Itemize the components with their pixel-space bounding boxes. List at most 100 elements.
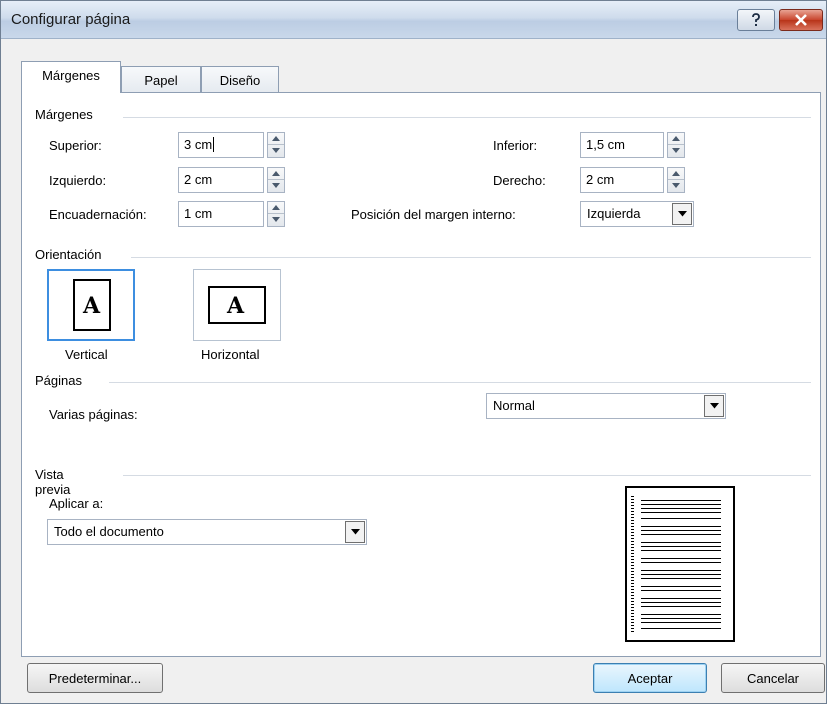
landscape-page-icon: A — [208, 286, 266, 324]
multiple-pages-value: Normal — [493, 398, 535, 413]
preview-text-line — [641, 500, 721, 501]
spin-down-button[interactable] — [668, 180, 684, 192]
derecho-spinner[interactable] — [667, 167, 685, 193]
preview-text-line — [641, 546, 721, 547]
close-button[interactable] — [779, 9, 823, 31]
multiple-pages-select[interactable]: Normal — [486, 393, 726, 419]
arrow-up-icon — [272, 136, 280, 141]
preview-text-line — [641, 598, 721, 599]
close-x-icon — [795, 14, 807, 26]
preview-text-line — [641, 534, 721, 535]
tab-papel-label: Papel — [144, 73, 178, 88]
preview-text-line — [641, 578, 721, 579]
encuadernacion-spinner[interactable] — [267, 201, 285, 227]
preview-text-line — [641, 574, 721, 575]
tab-margenes-label: Márgenes — [42, 68, 100, 83]
preview-text-line — [641, 542, 721, 543]
apply-to-dropdown-button[interactable] — [345, 521, 365, 543]
inferior-input[interactable]: 1,5 cm — [580, 132, 664, 158]
spin-down-button[interactable] — [668, 145, 684, 157]
spin-up-button[interactable] — [668, 133, 684, 145]
ok-button[interactable]: Aceptar — [593, 663, 707, 693]
superior-value: 3 cm — [184, 137, 213, 152]
spin-up-button[interactable] — [268, 133, 284, 145]
preview-text-line — [641, 512, 721, 513]
help-button[interactable] — [737, 9, 775, 31]
margins-divider — [123, 117, 811, 118]
preview-text-line — [641, 622, 721, 623]
title-bar[interactable]: Configurar página — [1, 1, 826, 39]
preview-text-line — [641, 530, 721, 531]
spin-down-button[interactable] — [268, 180, 284, 192]
page-preview-thumbnail — [625, 486, 735, 642]
superior-spinner[interactable] — [267, 132, 285, 158]
arrow-up-icon — [672, 136, 680, 141]
orientation-divider — [131, 257, 811, 258]
arrow-down-icon — [272, 148, 280, 153]
margins-section-label: Márgenes — [35, 107, 93, 122]
preview-divider — [123, 475, 811, 476]
izquierdo-spinner[interactable] — [267, 167, 285, 193]
arrow-down-icon — [672, 183, 680, 188]
derecho-label: Derecho: — [493, 173, 546, 188]
page-setup-dialog: Configurar página Márgenes Papel Diseño … — [0, 0, 827, 704]
arrow-down-icon — [672, 148, 680, 153]
vertical-label: Vertical — [65, 347, 108, 362]
orientation-horizontal-option[interactable]: A — [193, 269, 281, 341]
izquierdo-value: 2 cm — [184, 172, 213, 187]
preview-section-label: Vista previa — [35, 467, 71, 497]
tab-diseno[interactable]: Diseño — [201, 66, 279, 94]
preview-text-line — [641, 628, 721, 629]
chevron-down-icon — [710, 403, 719, 409]
apply-to-select[interactable]: Todo el documento — [47, 519, 367, 545]
posicion-select[interactable]: Izquierda — [580, 201, 694, 227]
pages-section-label: Páginas — [35, 373, 82, 388]
preview-text-line — [641, 602, 721, 603]
spin-up-button[interactable] — [268, 168, 284, 180]
apply-to-label: Aplicar a: — [49, 496, 104, 511]
window-title: Configurar página — [11, 11, 131, 28]
preview-text-line — [641, 526, 721, 527]
spin-up-button[interactable] — [668, 168, 684, 180]
preview-text-line — [641, 518, 721, 519]
spin-up-button[interactable] — [268, 202, 284, 214]
spin-down-button[interactable] — [268, 145, 284, 157]
preview-text-line — [641, 606, 721, 607]
izquierdo-input[interactable]: 2 cm — [178, 167, 264, 193]
arrow-up-icon — [672, 171, 680, 176]
multiple-pages-dropdown-button[interactable] — [704, 395, 724, 417]
superior-input[interactable]: 3 cm — [178, 132, 264, 158]
spin-down-button[interactable] — [268, 214, 284, 226]
portrait-page-icon: A — [73, 279, 111, 331]
horizontal-label: Horizontal — [201, 347, 260, 362]
arrow-up-icon — [272, 205, 280, 210]
multiple-pages-label: Varias páginas: — [49, 407, 138, 422]
derecho-value: 2 cm — [586, 172, 615, 187]
tab-diseno-label: Diseño — [219, 73, 261, 88]
inferior-value: 1,5 cm — [586, 137, 626, 152]
preview-text-line — [641, 504, 721, 505]
preview-text-line — [641, 508, 721, 509]
preview-text-line — [641, 586, 721, 587]
arrow-down-icon — [272, 217, 280, 222]
posicion-value: Izquierda — [587, 206, 641, 221]
derecho-input[interactable]: 2 cm — [580, 167, 664, 193]
encuadernacion-label: Encuadernación: — [49, 207, 147, 222]
cancel-label: Cancelar — [746, 671, 800, 686]
encuadernacion-input[interactable]: 1 cm — [178, 201, 264, 227]
posicion-dropdown-button[interactable] — [672, 203, 692, 225]
preview-text-line — [641, 550, 721, 551]
orientation-section-label: Orientación — [35, 247, 102, 262]
preview-text-line — [641, 614, 721, 615]
inferior-spinner[interactable] — [667, 132, 685, 158]
gutter-marker — [631, 496, 634, 632]
portrait-glyph: A — [83, 293, 101, 319]
cancel-button[interactable]: Cancelar — [721, 663, 825, 693]
orientation-vertical-option[interactable]: A — [47, 269, 135, 341]
superior-label: Superior: — [49, 138, 102, 153]
landscape-glyph: A — [227, 293, 245, 319]
tab-margenes[interactable]: Márgenes — [21, 61, 121, 93]
set-default-button[interactable]: Predeterminar... — [27, 663, 163, 693]
posicion-label: Posición del margen interno: — [351, 207, 516, 222]
tab-papel[interactable]: Papel — [121, 66, 201, 94]
